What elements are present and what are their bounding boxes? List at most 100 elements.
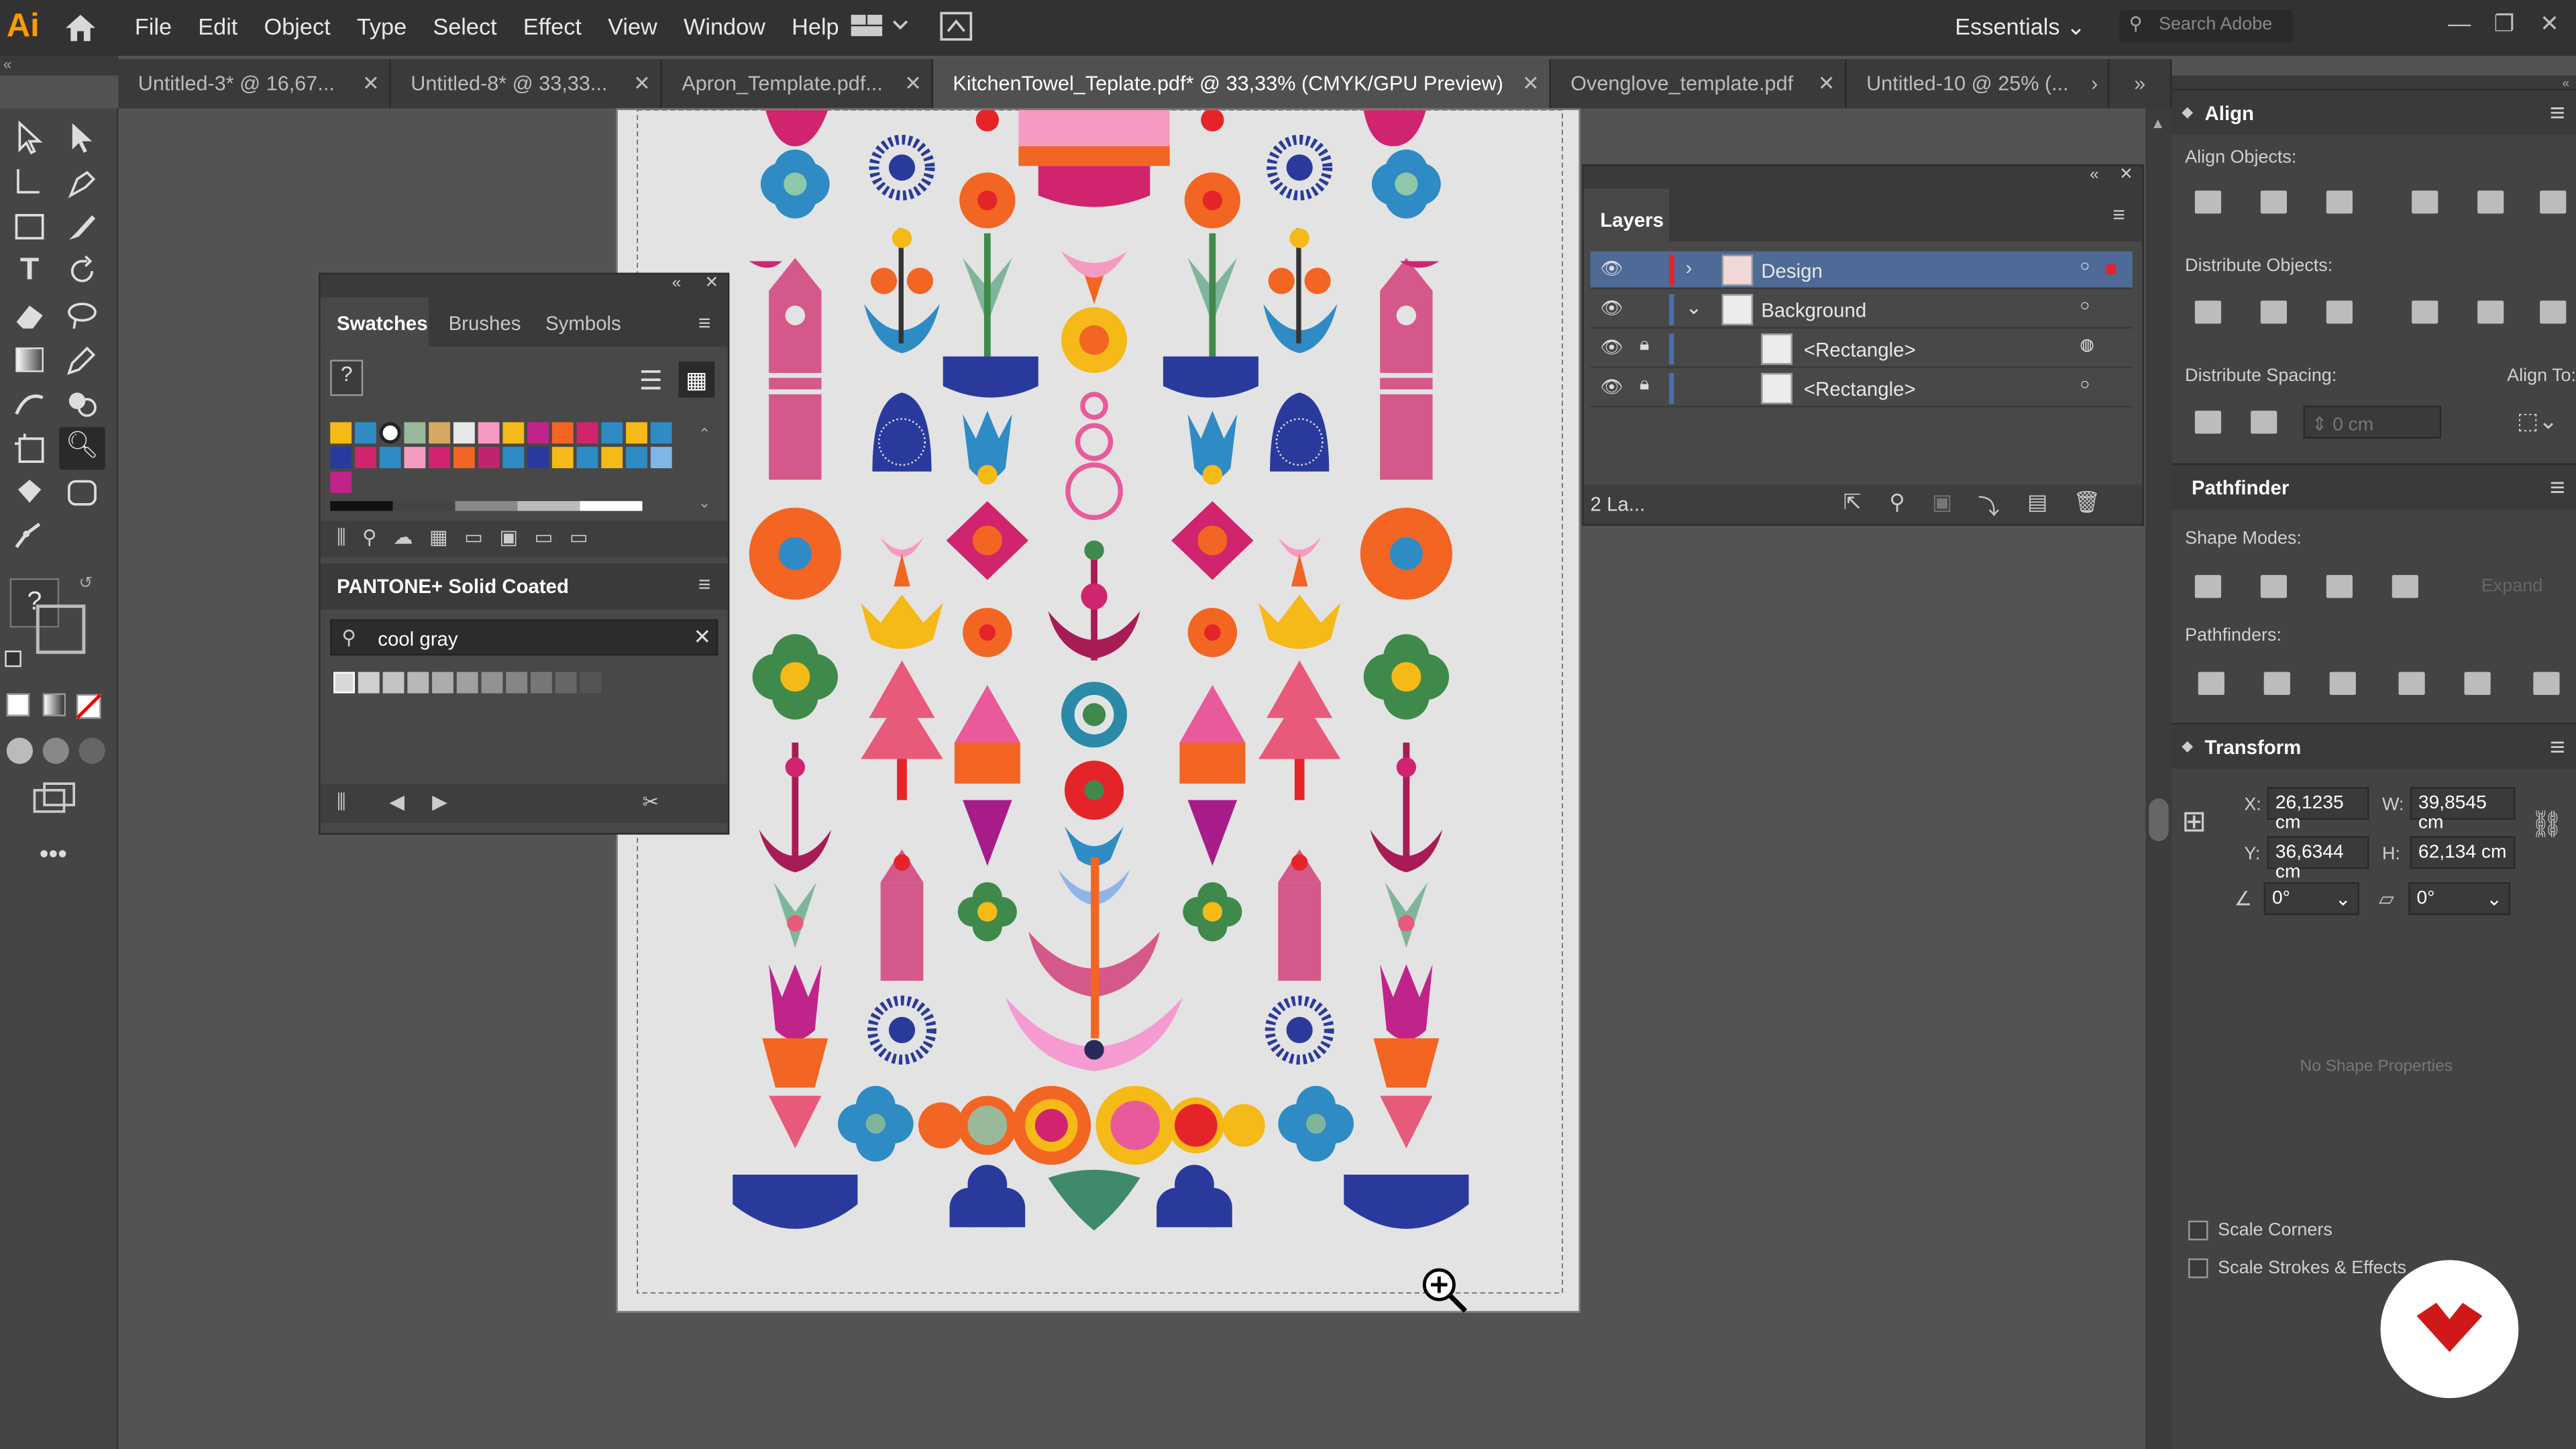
scroll-up-icon[interactable]: ⌃	[698, 425, 710, 443]
swatch-red[interactable]	[354, 447, 376, 468]
swatch-cool-gray-8[interactable]	[506, 672, 528, 694]
horizontal-distribute-space-icon[interactable]	[2251, 411, 2277, 434]
shear-input[interactable]: 0° ⌄	[2408, 882, 2511, 916]
panel-menu-icon[interactable]: ≡	[2550, 735, 2565, 764]
scroll-down-icon[interactable]: ⌄	[698, 494, 710, 513]
gradient-tool-icon[interactable]	[10, 340, 50, 380]
outline-icon[interactable]	[2464, 672, 2491, 695]
screen-mode-icon[interactable]	[33, 782, 76, 815]
tab-layers[interactable]: Layers	[1583, 189, 1670, 242]
swatch-cool-gray-10[interactable]	[555, 672, 577, 694]
cool-gray-swatches[interactable]	[333, 672, 612, 695]
gradient-icon[interactable]	[42, 693, 66, 716]
puppet-warp-tool-icon[interactable]	[10, 384, 50, 424]
spacing-input[interactable]: ⇕ 0 cm	[2303, 405, 2442, 439]
tab-apron-template[interactable]: Apron_Template.pdf... ✕	[661, 59, 934, 109]
tab-symbols[interactable]: Symbols	[545, 312, 621, 335]
h-input[interactable]: 62,134 cm	[2410, 836, 2516, 869]
menu-view[interactable]: View	[608, 13, 657, 40]
export-icon[interactable]: ⇱	[1843, 490, 1862, 516]
close-icon[interactable]: ✕	[904, 59, 922, 108]
w-input[interactable]: 39,8545 cm	[2410, 787, 2516, 833]
divide-icon[interactable]	[2198, 672, 2224, 695]
selection-tool-icon[interactable]	[10, 118, 50, 158]
locate-object-icon[interactable]: ⚲	[1889, 490, 1904, 516]
eyedropper-tool-icon[interactable]	[62, 340, 102, 380]
swatch-navy[interactable]	[330, 447, 352, 468]
panel-toggle-icon[interactable]: ◆	[2182, 103, 2193, 121]
next-library-icon[interactable]: ▶	[432, 790, 447, 813]
visibility-eye-icon[interactable]: 👁︎	[1600, 376, 1623, 397]
menu-object[interactable]: Object	[264, 13, 331, 40]
swatch-amber[interactable]	[551, 447, 574, 468]
rotate-input[interactable]: 0° ⌄	[2263, 882, 2359, 916]
swatch-light[interactable]	[453, 422, 475, 444]
rounded-rectangle-tool-icon[interactable]	[62, 473, 102, 513]
lasso-tool-icon[interactable]	[62, 296, 102, 335]
tab-ovenglove-template[interactable]: Ovenglove_template.pdf ✕	[1550, 59, 1847, 109]
search-adobe-input[interactable]: ⚲ Search Adobe	[2119, 9, 2294, 43]
tab-kitchentowel-template[interactable]: KitchenTowel_Teplate.pdf* @ 33,33% (CMYK…	[933, 59, 1551, 109]
scrollbar-thumb[interactable]	[2149, 798, 2169, 841]
close-icon[interactable]: ✕	[633, 59, 651, 108]
swatch-pink[interactable]	[478, 422, 500, 444]
menu-select[interactable]: Select	[433, 13, 496, 40]
kitchen-towel-design[interactable]	[618, 110, 1580, 1313]
swatch-pink-2[interactable]	[404, 447, 426, 468]
swatch-cool-gray-1[interactable]	[333, 672, 355, 694]
pathfinder-header[interactable]: Pathfinder ≡	[2171, 463, 2576, 510]
list-view-icon[interactable]: ☰	[639, 365, 663, 398]
panel-toggle-icon[interactable]: ◆	[2182, 738, 2193, 756]
toolbar-collapse-icon[interactable]: «	[0, 56, 119, 76]
library-icon[interactable]: ⫼	[337, 790, 346, 815]
previous-library-icon[interactable]: ◀	[389, 790, 405, 813]
y-input[interactable]: 36,6344 cm	[2267, 836, 2369, 882]
unite-icon[interactable]	[2194, 575, 2222, 598]
target-circle-icon[interactable]: ○	[2080, 297, 2090, 315]
distribute-bottom-icon[interactable]	[2326, 301, 2353, 324]
align-vertical-center-icon[interactable]	[2477, 191, 2504, 214]
layer-name[interactable]: Design	[1761, 260, 1822, 282]
new-layer-icon[interactable]: ▤	[2027, 490, 2047, 516]
swatch-grays[interactable]	[330, 500, 643, 511]
menu-help[interactable]: Help	[792, 13, 839, 40]
menu-edit[interactable]: Edit	[198, 13, 237, 40]
close-icon[interactable]: ✕	[2119, 166, 2133, 184]
curvature-tool-icon[interactable]	[10, 517, 50, 557]
close-icon[interactable]: ✕	[705, 274, 719, 292]
shape-builder-tool-icon[interactable]	[62, 384, 102, 424]
swatch-blue[interactable]	[601, 422, 623, 444]
tab-untitled-8[interactable]: Untitled-8* @ 33,33... ✕	[390, 59, 662, 109]
scale-corners-checkbox[interactable]	[2188, 1220, 2208, 1240]
default-fill-stroke-icon[interactable]	[5, 650, 21, 667]
visibility-eye-icon[interactable]: 👁︎	[1600, 297, 1623, 319]
swatch-cool-gray-9[interactable]	[531, 672, 552, 694]
lock-icon[interactable]: 🔒︎	[1640, 335, 1649, 357]
dock-collapse-icon[interactable]: «	[2171, 75, 2576, 91]
more-tabs-icon[interactable]: »	[2109, 59, 2172, 109]
swatch-cool-gray-11[interactable]	[580, 672, 602, 694]
swatch-cool-gray-6[interactable]	[456, 672, 478, 694]
swatch-crimson[interactable]	[576, 422, 598, 444]
clear-search-icon[interactable]: ✕	[693, 625, 711, 651]
swatch-purple[interactable]	[330, 471, 352, 493]
close-icon[interactable]: ✕	[2540, 10, 2559, 38]
swatch-rose[interactable]	[429, 447, 451, 468]
swatch-orange-2[interactable]	[453, 447, 475, 468]
swatch-magenta[interactable]	[527, 422, 549, 444]
scale-strokes-checkbox[interactable]	[2188, 1258, 2208, 1279]
swatch-cool-gray-2[interactable]	[358, 672, 380, 694]
align-bottom-icon[interactable]	[2540, 191, 2567, 214]
clipping-mask-icon[interactable]: ▣	[1932, 490, 1952, 516]
minus-front-icon[interactable]	[2260, 575, 2288, 598]
panel-menu-icon[interactable]: ≡	[2550, 100, 2565, 129]
draw-behind-icon[interactable]	[42, 737, 69, 764]
swatch-white[interactable]	[379, 422, 401, 444]
chevron-down-icon[interactable]: ⌄	[2335, 887, 2351, 910]
rotate-tool-icon[interactable]	[62, 252, 102, 291]
swatch-berry[interactable]	[478, 447, 500, 468]
expand-chevron-icon[interactable]: ›	[1686, 256, 1693, 279]
pen-tool-icon[interactable]	[62, 162, 102, 202]
collapse-chevron-icon[interactable]: ⌄	[1686, 296, 1703, 319]
artboard[interactable]	[616, 108, 1580, 1313]
